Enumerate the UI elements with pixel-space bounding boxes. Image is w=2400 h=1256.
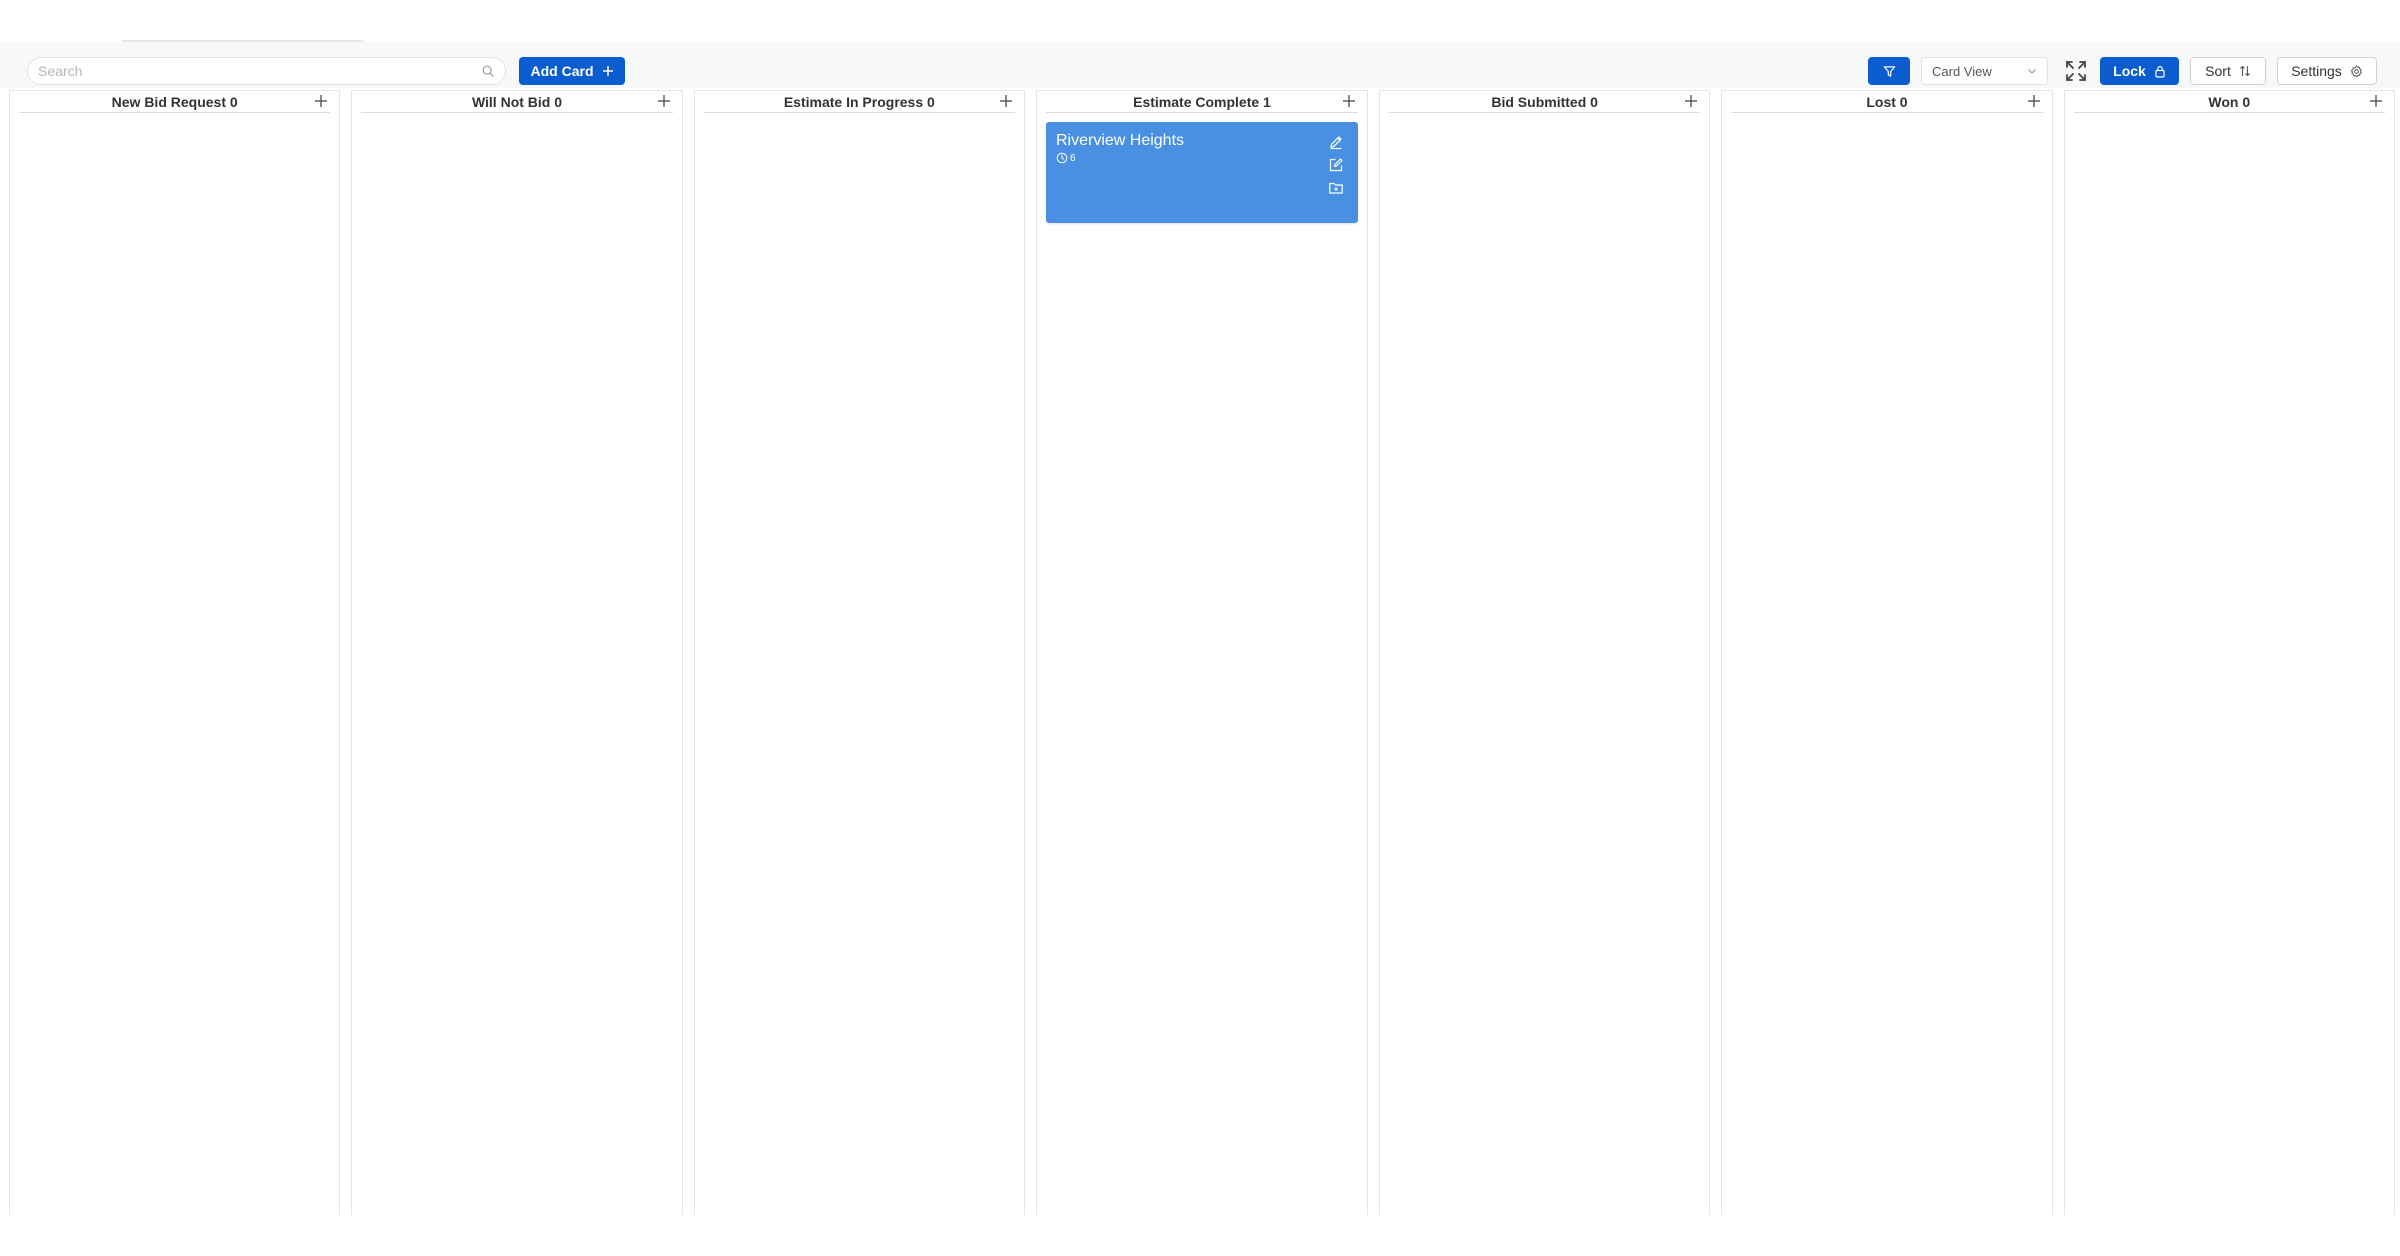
add-card-label: Add Card bbox=[530, 63, 594, 79]
column-header: New Bid Request 0 bbox=[19, 91, 331, 113]
column-will-not-bid: Will Not Bid 0 bbox=[351, 90, 683, 1215]
kanban-app: Add Card Card View bbox=[0, 0, 2400, 1256]
sort-label: Sort bbox=[2205, 63, 2231, 79]
filter-icon bbox=[1883, 65, 1895, 77]
column-title: New Bid Request 0 bbox=[111, 93, 238, 110]
column-title: Estimate Complete 1 bbox=[1133, 93, 1271, 110]
search-box[interactable] bbox=[27, 57, 506, 85]
lock-label: Lock bbox=[2113, 63, 2146, 79]
settings-label: Settings bbox=[2291, 63, 2342, 79]
filter-button[interactable] bbox=[1868, 57, 1910, 85]
add-card-button[interactable]: Add Card bbox=[519, 57, 625, 85]
view-select-value: Card View bbox=[1932, 63, 1992, 79]
add-card-plus-icon[interactable] bbox=[312, 92, 330, 110]
add-card-plus-icon[interactable] bbox=[997, 92, 1015, 110]
card-title: Riverview Heights bbox=[1055, 132, 1185, 149]
fullscreen-icon[interactable] bbox=[2064, 59, 2088, 83]
add-card-plus-icon[interactable] bbox=[2367, 92, 2385, 110]
card-count: 6 bbox=[1069, 152, 1076, 164]
sort-icon bbox=[2240, 65, 2250, 77]
column-title: Bid Submitted 0 bbox=[1491, 93, 1598, 110]
column-body bbox=[10, 113, 339, 131]
column-body: Riverview Heights 6 bbox=[1037, 113, 1367, 232]
toolbar: Add Card Card View bbox=[0, 42, 2400, 88]
column-lost: Lost 0 bbox=[1721, 90, 2053, 1215]
column-estimate-in-progress: Estimate In Progress 0 bbox=[693, 90, 1025, 1215]
search-icon[interactable] bbox=[481, 64, 495, 78]
pencil-icon[interactable] bbox=[1328, 134, 1344, 150]
add-card-plus-icon[interactable] bbox=[1682, 92, 1700, 110]
column-header: Bid Submitted 0 bbox=[1388, 91, 1701, 113]
column-header: Lost 0 bbox=[1731, 91, 2043, 113]
lock-button[interactable]: Lock bbox=[2100, 57, 2179, 85]
column-bid-submitted: Bid Submitted 0 bbox=[1378, 90, 1711, 1215]
edit-note-icon[interactable] bbox=[1328, 157, 1344, 173]
clock-icon bbox=[1056, 152, 1068, 164]
column-title: Will Not Bid 0 bbox=[471, 93, 563, 110]
column-header: Won 0 bbox=[2073, 91, 2385, 113]
column-estimate-complete: Estimate Complete 1 Riverview Heights 6 bbox=[1035, 90, 1368, 1215]
column-title: Estimate In Progress 0 bbox=[783, 93, 935, 110]
column-body bbox=[352, 113, 681, 131]
column-won: Won 0 bbox=[2063, 90, 2395, 1215]
settings-button[interactable]: Settings bbox=[2277, 57, 2377, 85]
plus-icon bbox=[602, 66, 613, 76]
column-body bbox=[1380, 113, 1709, 131]
folder-icon[interactable] bbox=[1328, 180, 1344, 196]
search-input[interactable] bbox=[38, 63, 481, 79]
chevron-down-icon bbox=[2028, 69, 2036, 74]
add-card-plus-icon[interactable] bbox=[655, 92, 673, 110]
kanban-board: New Bid Request 0 Will Not Bid 0 Estimat bbox=[9, 90, 2395, 1215]
add-card-plus-icon[interactable] bbox=[1340, 92, 1358, 110]
column-header: Estimate In Progress 0 bbox=[703, 91, 1015, 113]
column-header: Will Not Bid 0 bbox=[361, 91, 673, 113]
column-title: Lost 0 bbox=[1866, 93, 1908, 110]
bid-card[interactable]: Riverview Heights 6 bbox=[1045, 122, 1358, 223]
card-actions bbox=[1328, 134, 1344, 196]
column-new-bid-request: New Bid Request 0 bbox=[9, 90, 341, 1215]
card-meta: 6 bbox=[1056, 152, 1348, 164]
view-select[interactable]: Card View bbox=[1921, 57, 2048, 85]
column-title: Won 0 bbox=[2208, 93, 2251, 110]
sort-button[interactable]: Sort bbox=[2190, 57, 2266, 85]
gear-icon bbox=[2350, 64, 2362, 77]
add-card-plus-icon[interactable] bbox=[2025, 92, 2043, 110]
column-body bbox=[695, 113, 1024, 131]
column-body bbox=[2065, 113, 2394, 131]
column-header: Estimate Complete 1 bbox=[1045, 91, 1358, 113]
lock-icon bbox=[2155, 65, 2165, 78]
column-body bbox=[1722, 113, 2051, 131]
